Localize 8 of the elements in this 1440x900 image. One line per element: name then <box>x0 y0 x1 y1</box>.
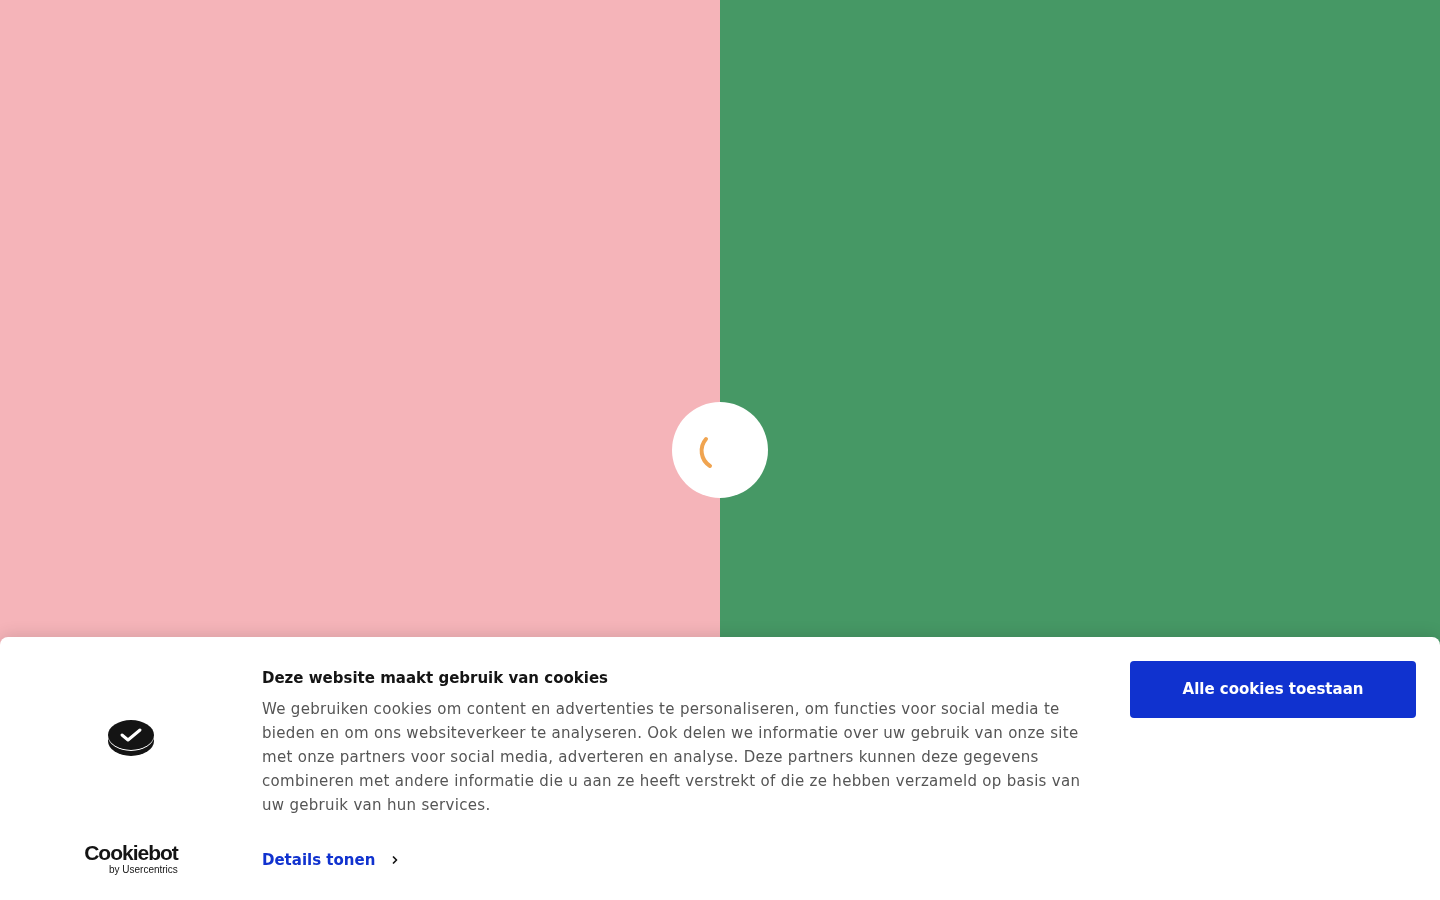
banner-description: We gebruiken cookies om content en advertenties te personaliseren, om functies voor social media te bieden en om ons websiteverkeer te analyseren. Ook delen we informatie over uw gebruik van onze site met onze partners voor social media, adverteren en analyse. Deze partners kunnen deze gegevens combineren met andere informatie die u aan ze heeft verstrekt of die ze hebben verzameld op basis van uw gebruik van hun services. <box>262 699 1082 816</box>
banner-title: Deze website maakt gebruik van cookies <box>262 668 608 689</box>
allow-all-button[interactable]: Alle cookies toestaan <box>1130 661 1416 718</box>
brand-name: Cookiebot <box>84 842 178 864</box>
details-link[interactable]: Details tonen <box>262 849 402 871</box>
cookie-check-icon <box>108 720 154 756</box>
brand-byline: by Usercentrics <box>108 864 178 876</box>
loading-spinner-icon <box>672 402 768 498</box>
